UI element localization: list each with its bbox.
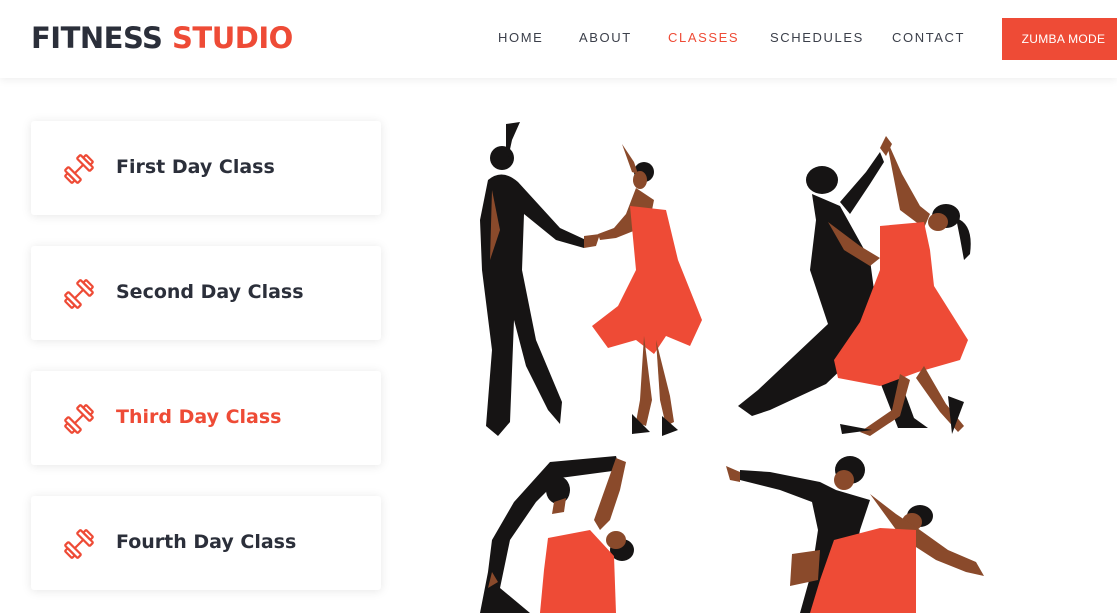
nav-classes[interactable]: CLASSES bbox=[668, 30, 739, 46]
nav-schedules[interactable]: SCHEDULES bbox=[770, 30, 864, 46]
class-card-fourth[interactable]: Fourth Day Class bbox=[31, 496, 381, 590]
dancing-couple-1 bbox=[480, 122, 702, 436]
class-card-label: Third Day Class bbox=[116, 406, 282, 428]
dancing-couple-2 bbox=[738, 136, 971, 436]
dumbbell-icon bbox=[64, 404, 94, 434]
dumbbell-icon bbox=[64, 279, 94, 309]
dancing-couple-3 bbox=[480, 456, 634, 613]
class-card-first[interactable]: First Day Class bbox=[31, 121, 381, 215]
class-card-label: First Day Class bbox=[116, 156, 275, 178]
nav-contact[interactable]: CONTACT bbox=[892, 30, 965, 46]
logo-word-fitness: FITNESS bbox=[31, 21, 163, 55]
dumbbell-icon bbox=[64, 529, 94, 559]
class-card-second[interactable]: Second Day Class bbox=[31, 246, 381, 340]
logo-word-studio: STUDIO bbox=[172, 21, 293, 55]
dumbbell-icon bbox=[64, 154, 94, 184]
dancing-couples-illustration bbox=[480, 122, 984, 613]
class-card-label: Fourth Day Class bbox=[116, 531, 297, 553]
dancing-couple-4 bbox=[726, 456, 984, 613]
class-card-third[interactable]: Third Day Class bbox=[31, 371, 381, 465]
nav-home[interactable]: HOME bbox=[498, 30, 543, 46]
logo[interactable]: FITNESS STUDIO bbox=[31, 20, 293, 56]
class-card-label: Second Day Class bbox=[116, 281, 304, 303]
nav-about[interactable]: ABOUT bbox=[579, 30, 632, 46]
site-header: FITNESS STUDIO HOME ABOUT CLASSES SCHEDU… bbox=[0, 0, 1117, 78]
zumba-mode-button[interactable]: ZUMBA MODE bbox=[1002, 18, 1117, 60]
